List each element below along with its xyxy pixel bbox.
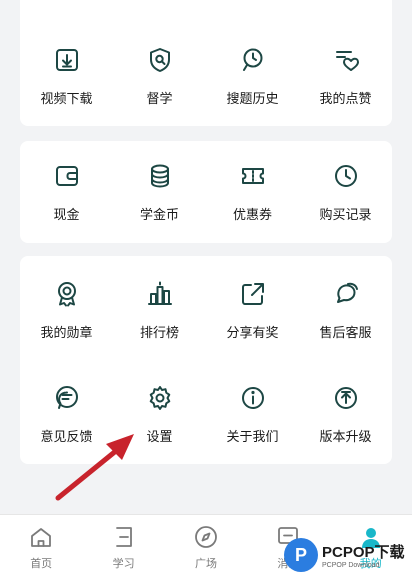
menu-card-downloads: 视频下载 督学 搜题历史 我的点赞 bbox=[20, 0, 392, 126]
watermark-logo: P PCPOP下载 PCPOP Download bbox=[284, 538, 405, 572]
watermark-main-text: PCPOP下载 bbox=[322, 544, 405, 561]
feedback-icon bbox=[55, 386, 78, 409]
about-us-item[interactable]: 关于我们 bbox=[206, 384, 299, 445]
info-icon bbox=[241, 387, 264, 409]
heart-list-icon bbox=[335, 51, 359, 71]
watermark-text: PCPOP下载 PCPOP Download bbox=[322, 541, 405, 569]
menu-card-wallet: 现金 学金币 优惠券 购买记录 bbox=[20, 141, 392, 243]
cash-label: 现金 bbox=[53, 208, 80, 223]
supervise-item[interactable]: 督学 bbox=[113, 46, 206, 107]
search-history-label: 搜题历史 bbox=[226, 92, 279, 107]
search-history-item[interactable]: 搜题历史 bbox=[206, 46, 299, 107]
study-icon bbox=[115, 527, 132, 547]
settings-item[interactable]: 设置 bbox=[113, 384, 206, 445]
ranking-icon bbox=[147, 281, 172, 305]
chat-bubbles-icon bbox=[336, 282, 358, 303]
menu-card-services: 我的勋章 排行榜 分享有奖 售后客服 意见反馈 设置 关于我们 版本升级 bbox=[20, 256, 392, 464]
about-us-label: 关于我们 bbox=[226, 430, 279, 445]
nav-study-label: 学习 bbox=[112, 557, 135, 570]
coins-icon bbox=[150, 164, 169, 188]
download-icon bbox=[55, 49, 78, 71]
version-upgrade-item[interactable]: 版本升级 bbox=[299, 384, 392, 445]
share-reward-label: 分享有奖 bbox=[226, 326, 279, 341]
feedback-label: 意见反馈 bbox=[40, 430, 93, 445]
coupon-label: 优惠券 bbox=[232, 208, 272, 223]
shield-eye-icon bbox=[149, 48, 170, 72]
wallet-icon bbox=[55, 166, 78, 186]
coupon-item[interactable]: 优惠券 bbox=[206, 162, 299, 223]
video-download-label: 视频下载 bbox=[40, 92, 93, 107]
clock-icon bbox=[334, 165, 357, 187]
ranking-item[interactable]: 排行榜 bbox=[113, 280, 206, 341]
feedback-item[interactable]: 意见反馈 bbox=[20, 384, 113, 445]
upgrade-icon bbox=[334, 387, 357, 409]
share-icon bbox=[241, 283, 264, 305]
medal-icon bbox=[57, 282, 76, 307]
settings-label: 设置 bbox=[146, 430, 173, 445]
supervise-label: 督学 bbox=[146, 92, 173, 107]
ranking-label: 排行榜 bbox=[139, 326, 179, 341]
customer-service-item[interactable]: 售后客服 bbox=[299, 280, 392, 341]
nav-home-label: 首页 bbox=[30, 557, 53, 570]
version-upgrade-label: 版本升级 bbox=[319, 430, 372, 445]
share-reward-item[interactable]: 分享有奖 bbox=[206, 280, 299, 341]
watermark-sub-text: PCPOP Download bbox=[322, 562, 380, 569]
my-likes-item[interactable]: 我的点赞 bbox=[299, 46, 392, 107]
my-medals-label: 我的勋章 bbox=[40, 326, 93, 341]
coins-item[interactable]: 学金币 bbox=[113, 162, 206, 223]
cash-item[interactable]: 现金 bbox=[20, 162, 113, 223]
watermark-logo-mark: P bbox=[284, 538, 318, 572]
home-icon bbox=[31, 528, 52, 547]
nav-square[interactable]: 广场 bbox=[165, 515, 247, 580]
purchase-records-item[interactable]: 购买记录 bbox=[299, 162, 392, 223]
video-download-item[interactable]: 视频下载 bbox=[20, 46, 113, 107]
coins-label: 学金币 bbox=[139, 208, 179, 223]
compass-icon bbox=[195, 526, 217, 548]
nav-home[interactable]: 首页 bbox=[0, 515, 82, 580]
nav-square-label: 广场 bbox=[194, 557, 217, 570]
purchase-records-label: 购买记录 bbox=[319, 208, 372, 223]
my-medals-item[interactable]: 我的勋章 bbox=[20, 280, 113, 341]
ticket-icon bbox=[241, 168, 264, 184]
my-likes-label: 我的点赞 bbox=[319, 92, 372, 107]
nav-study[interactable]: 学习 bbox=[82, 515, 164, 580]
customer-service-label: 售后客服 bbox=[319, 326, 372, 341]
search-history-icon bbox=[242, 48, 262, 71]
gear-icon bbox=[149, 386, 170, 410]
